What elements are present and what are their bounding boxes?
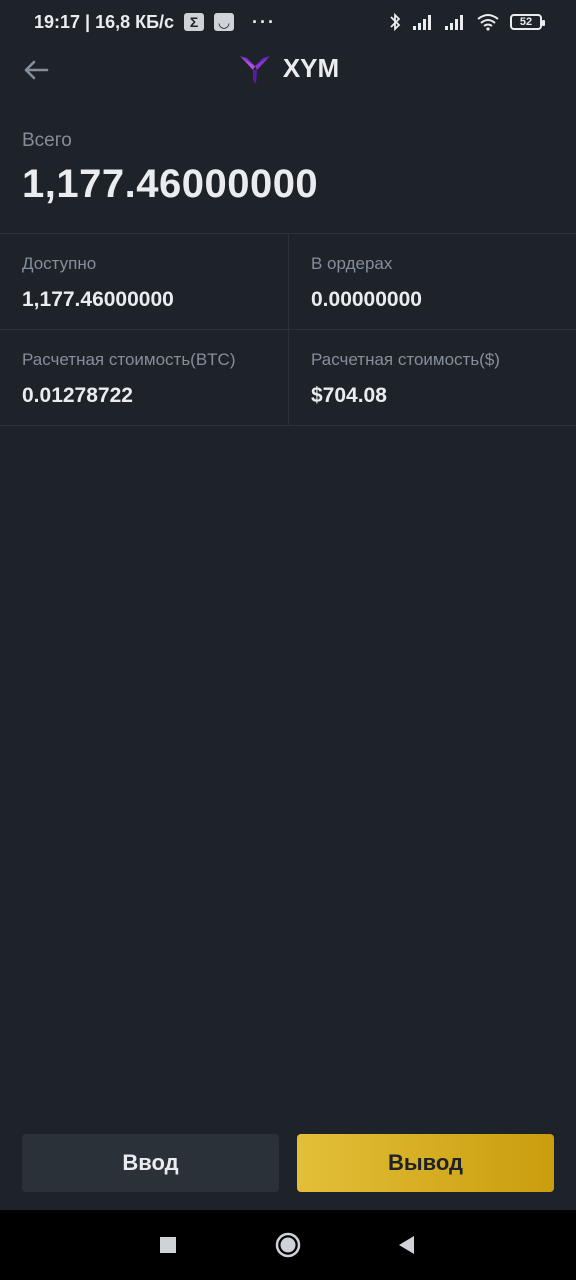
home-icon[interactable] (273, 1230, 303, 1260)
battery-icon: 52 (510, 14, 545, 30)
details-row: Доступно 1,177.46000000 В ордерах 0.0000… (0, 234, 576, 330)
coin-title: XYM (0, 50, 576, 86)
btc-value-cell: Расчетная стоимость(BTC) 0.01278722 (0, 330, 288, 425)
bluetooth-icon (390, 12, 401, 32)
details-row: Расчетная стоимость(BTC) 0.01278722 Расч… (0, 330, 576, 426)
back-nav-icon[interactable] (392, 1230, 422, 1260)
in-orders-value: 0.00000000 (311, 288, 422, 311)
battery-level: 52 (519, 16, 533, 28)
signal-icon (413, 15, 431, 30)
system-nav-bar (0, 1210, 576, 1280)
available-value: 1,177.46000000 (22, 288, 174, 311)
in-orders-cell: В ордерах 0.00000000 (288, 234, 576, 329)
smile-icon: ◡ (214, 13, 235, 31)
total-value: 1,177.46000000 (22, 162, 319, 206)
header: XYM (0, 44, 576, 98)
xym-logo-icon (239, 56, 270, 84)
sigma-icon: Σ (184, 13, 205, 31)
more-notifications-icon: ··· (252, 11, 277, 32)
btc-value-label: Расчетная стоимость(BTC) (22, 350, 236, 369)
available-cell: Доступно 1,177.46000000 (0, 234, 288, 329)
total-label: Всего (22, 130, 72, 151)
usd-value-cell: Расчетная стоимость($) $704.08 (288, 330, 576, 425)
signal-icon-2 (445, 15, 463, 30)
recent-apps-icon[interactable] (153, 1230, 183, 1260)
in-orders-label: В ордерах (311, 254, 393, 273)
usd-value-value: $704.08 (311, 384, 387, 407)
wifi-icon (477, 14, 499, 31)
deposit-button[interactable]: Ввод (22, 1134, 279, 1192)
usd-value-label: Расчетная стоимость($) (311, 350, 500, 369)
status-left: 19:17 | 16,8 КБ/с Σ ◡ ··· (34, 12, 276, 33)
status-time-speed: 19:17 | 16,8 КБ/с (34, 11, 175, 32)
available-label: Доступно (22, 254, 97, 273)
btc-value-value: 0.01278722 (22, 384, 133, 407)
withdraw-button[interactable]: Вывод (297, 1134, 554, 1192)
status-bar: 19:17 | 16,8 КБ/с Σ ◡ ··· 52 (0, 0, 576, 44)
coin-symbol: XYM (282, 52, 340, 83)
balance-details-grid: Доступно 1,177.46000000 В ордерах 0.0000… (0, 233, 576, 426)
status-right: 52 (388, 12, 545, 32)
